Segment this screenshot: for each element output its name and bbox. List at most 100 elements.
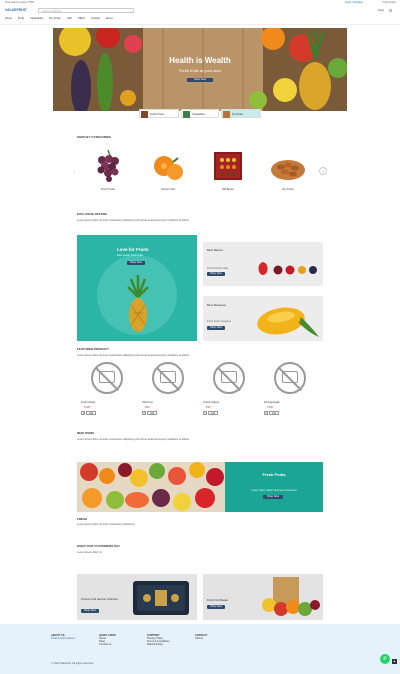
cart-icon[interactable]: ⊡ [389, 8, 392, 13]
hero-tab-label: Dry Fruits [232, 113, 244, 116]
footer-copyright: © 2024 Valuefruit. All rights reserved. [51, 662, 94, 665]
banner-button[interactable]: Shop Now [263, 495, 283, 499]
search-input[interactable]: Search products... [42, 10, 63, 13]
banner-caption-desc: Lorem ipsum dolor sit amet consectetur a… [77, 523, 135, 526]
banner-panel: Fresh Fruits Lorem ipsum dolor sit amet … [225, 462, 323, 512]
footer-link[interactable]: Call us [195, 637, 235, 640]
search-icon[interactable]: ⌕ [130, 10, 132, 14]
hero-tab-2[interactable]: Vegetables [181, 109, 219, 118]
offer-button[interactable]: Shop Now [207, 605, 225, 609]
fruit-basket-image [262, 577, 320, 616]
promo-main-button[interactable]: Shop Now [127, 261, 145, 265]
promo-berries[interactable]: Best Berries Fresh berries daily Shop No… [203, 242, 323, 286]
promo-berries-subtitle: Fresh berries daily [207, 267, 229, 270]
footer-link[interactable]: Contact us [99, 643, 139, 646]
product-name: Green Grapes [203, 401, 220, 404]
nav-dry-fruits[interactable]: Dry Fruits [49, 17, 60, 21]
footer-col: QUICK LINKS Home Shop Contact us [99, 634, 139, 646]
offer-fruit-basket[interactable]: Fresh Fruit Basket Shop Now [203, 574, 323, 620]
hero-subtitle: Fresh fruits at your door [178, 68, 222, 73]
footer-col: ABOUT US Fresh Fruits Delivery [51, 634, 91, 640]
product-card[interactable]: Kiwi Fruit ₹90 1 Add [142, 362, 184, 422]
product-card[interactable]: Green Grapes ₹80 1 Add [203, 362, 245, 422]
promo-main-title: Love for Fruits [117, 247, 149, 252]
product-price: ₹120 [84, 406, 90, 409]
tab-thumb-icon [141, 111, 148, 118]
testimonial-title: WHAT OUR CUSTOMERS SAY [77, 545, 120, 548]
top-bar-left-text: Free delivery above ₹500 [5, 1, 35, 4]
category-label: Fresh Fruits [101, 188, 115, 191]
exclusive-desc: Lorem ipsum dolor sit amet consectetur a… [77, 219, 190, 222]
fruit-platter-image [77, 462, 225, 512]
promo-love-fruits[interactable]: Love for Fruits Best quality fresh fruit… [77, 235, 197, 341]
product-qty[interactable]: 1 [142, 411, 146, 415]
promo-berries-button[interactable]: Shop Now [207, 272, 225, 276]
nav-home[interactable]: Home [5, 17, 12, 21]
product-price: ₹150 [267, 406, 273, 409]
banner-caption: FRESH [77, 518, 88, 521]
fruit-banner[interactable]: Fresh Fruits Lorem ipsum dolor sit amet … [77, 462, 323, 512]
nav-about[interactable]: About [106, 17, 113, 21]
product-add-button[interactable]: Add [208, 411, 218, 415]
product-card[interactable]: Fresh Apple ₹120 1 Add [81, 362, 123, 422]
offer-button[interactable]: Shop Now [81, 609, 99, 613]
tab-thumb-icon [223, 111, 230, 118]
footer-col: SUPPORT Privacy Policy Terms & Condition… [147, 634, 192, 646]
search-bar[interactable]: Search products... ⌕ [38, 8, 134, 14]
categories-title: SHOP BY CATEGORIES [77, 136, 111, 139]
login-link[interactable]: Login / Register [345, 1, 385, 4]
hero-shop-button[interactable]: Shop Now [187, 78, 213, 82]
oranges-image [154, 156, 183, 180]
product-price: ₹90 [145, 406, 150, 409]
product-add-button[interactable]: Add [147, 411, 157, 415]
product-qty[interactable]: 1 [203, 411, 207, 415]
product-add-button[interactable]: Add [86, 411, 96, 415]
product-add-button[interactable]: Add [269, 411, 279, 415]
footer-link[interactable]: Fresh Fruits Delivery [51, 637, 91, 640]
hero-tab-1[interactable]: Fresh Fruits [139, 109, 179, 118]
promo-mango-button[interactable]: Shop Now [207, 326, 225, 330]
promo-berries-title: Best Berries [207, 249, 224, 252]
category-item[interactable]: Fresh Fruits [88, 148, 128, 194]
mango-image [257, 307, 319, 337]
gift-box-image [214, 152, 242, 180]
cart-label[interactable]: Cart [378, 9, 384, 13]
nav-offers[interactable]: Offers [78, 17, 85, 21]
product-card[interactable]: Pomegranate ₹150 1 Add [264, 362, 306, 422]
carousel-prev-icon[interactable]: ‹ [74, 169, 75, 174]
promo-mango-title: Best Mangoes [207, 304, 227, 307]
category-item[interactable]: Dry Fruits [268, 148, 308, 194]
category-label: Citrus Fruits [161, 188, 175, 191]
promo-mango[interactable]: Best Mangoes Farm fresh mangoes Shop Now [203, 296, 323, 341]
product-qty[interactable]: 1 [264, 411, 268, 415]
hero-tab-3[interactable]: Dry Fruits [221, 109, 261, 118]
category-label: Dry Fruits [282, 188, 294, 191]
almonds-image [271, 160, 305, 180]
nav-fruits[interactable]: Fruits [18, 17, 24, 21]
new-items-desc: Lorem ipsum dolor sit amet consectetur a… [77, 438, 190, 441]
scroll-top-icon[interactable]: ▲ [392, 659, 397, 664]
product-qty[interactable]: 1 [81, 411, 85, 415]
nav-contact[interactable]: Contact [91, 17, 100, 21]
site-logo[interactable]: VALUEFRUIT [5, 8, 27, 12]
tab-thumb-icon [183, 111, 190, 118]
whatsapp-chat-icon[interactable]: ✆ [380, 654, 390, 664]
footer-col: CONTACT Call us [195, 634, 235, 640]
product-price: ₹80 [206, 406, 211, 409]
offer-gift-hamper[interactable]: Premium Gift Hamper Collection Shop Now [77, 574, 197, 620]
product-name: Pomegranate [264, 401, 280, 404]
banner-title: Fresh Fruits [262, 472, 286, 477]
grapes-image [97, 149, 119, 182]
footer-link[interactable]: Refund Policy [147, 643, 192, 646]
main-nav: Home Fruits Vegetables Dry Fruits Gifts … [5, 17, 205, 21]
offer-text: Premium Gift Hamper Collection [81, 598, 119, 601]
nav-vegetables[interactable]: Vegetables [30, 17, 43, 21]
carousel-next-icon[interactable]: › [319, 167, 327, 175]
track-order-link[interactable]: Track Order [382, 1, 400, 4]
category-item[interactable]: Citrus Fruits [148, 148, 188, 194]
offer-text: Fresh Fruit Basket [207, 599, 229, 602]
nav-gifts[interactable]: Gifts [67, 17, 72, 21]
promo-main-subtitle: Best quality fresh fruits [117, 254, 144, 257]
category-item[interactable]: Gift Boxes [208, 148, 248, 194]
featured-desc: Lorem ipsum dolor sit amet consectetur a… [77, 354, 190, 357]
